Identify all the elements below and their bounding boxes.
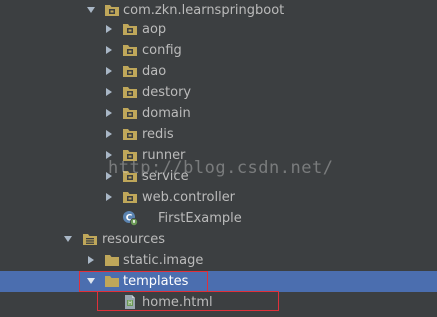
chevron-right-icon[interactable] [104, 24, 114, 34]
tree-item-label: config [142, 43, 182, 58]
tree-item-static-image[interactable]: static.image [0, 250, 437, 271]
tree-item-label: aop [142, 22, 167, 37]
tree-item-config[interactable]: config [0, 40, 437, 61]
tree-item-domain[interactable]: domain [0, 103, 437, 124]
chevron-right-icon[interactable] [104, 87, 114, 97]
tree-item-label: resources [102, 232, 166, 247]
chevron-right-icon[interactable] [104, 108, 114, 118]
tree-item-label: runner [142, 148, 186, 163]
project-tree: com.zkn.learnspringboot aop config dao d… [0, 0, 437, 317]
package-folder-icon [104, 2, 120, 18]
spring-boot-class-icon: C [122, 210, 138, 226]
chevron-right-icon[interactable] [104, 66, 114, 76]
chevron-right-icon[interactable] [104, 150, 114, 160]
chevron-right-icon[interactable] [104, 171, 114, 181]
tree-item-aop[interactable]: aop [0, 19, 437, 40]
tree-item-label: home.html [142, 295, 213, 310]
tree-item-destory[interactable]: destory [0, 82, 437, 103]
package-folder-icon [122, 126, 138, 142]
package-folder-icon [122, 147, 138, 163]
resources-folder-icon [82, 231, 98, 247]
chevron-right-icon[interactable] [104, 45, 114, 55]
tree-item-dao[interactable]: dao [0, 61, 437, 82]
tree-item-label: com.zkn.learnspringboot [123, 3, 285, 18]
tree-item-home-html[interactable]: H home.html [0, 292, 437, 313]
tree-item-runner[interactable]: runner [0, 145, 437, 166]
tree-item-label: FirstExample [158, 211, 242, 226]
chevron-right-icon[interactable] [86, 255, 96, 265]
folder-icon [104, 252, 120, 268]
tree-item-label: service [142, 169, 189, 184]
chevron-down-icon[interactable] [63, 234, 73, 244]
chevron-right-icon[interactable] [104, 192, 114, 202]
tree-item-label: redis [142, 127, 174, 142]
folder-icon [104, 273, 120, 289]
tree-item-label: domain [142, 106, 191, 121]
tree-item-resources[interactable]: resources [0, 229, 437, 250]
tree-item-templates[interactable]: templates [0, 271, 437, 292]
tree-item-label: destory [142, 85, 192, 100]
tree-item-label: dao [142, 64, 167, 79]
package-folder-icon [122, 42, 138, 58]
tree-item-web-controller[interactable]: web.controller [0, 187, 437, 208]
package-folder-icon [122, 63, 138, 79]
package-folder-icon [122, 21, 138, 37]
tree-item-label: templates [123, 274, 189, 289]
chevron-down-icon[interactable] [86, 276, 96, 286]
package-folder-icon [122, 84, 138, 100]
chevron-down-icon[interactable] [86, 5, 96, 15]
svg-text:H: H [128, 300, 132, 307]
package-folder-icon [122, 168, 138, 184]
tree-item-label: static.image [123, 253, 204, 268]
chevron-right-icon[interactable] [104, 129, 114, 139]
html-file-icon: H [122, 294, 138, 310]
package-folder-icon [122, 105, 138, 121]
package-folder-icon [122, 189, 138, 205]
tree-item-label: web.controller [142, 190, 236, 205]
tree-item-first-example[interactable]: C FirstExample [0, 208, 437, 229]
tree-item-package-root[interactable]: com.zkn.learnspringboot [0, 0, 437, 21]
tree-item-service[interactable]: service [0, 166, 437, 187]
tree-item-redis[interactable]: redis [0, 124, 437, 145]
